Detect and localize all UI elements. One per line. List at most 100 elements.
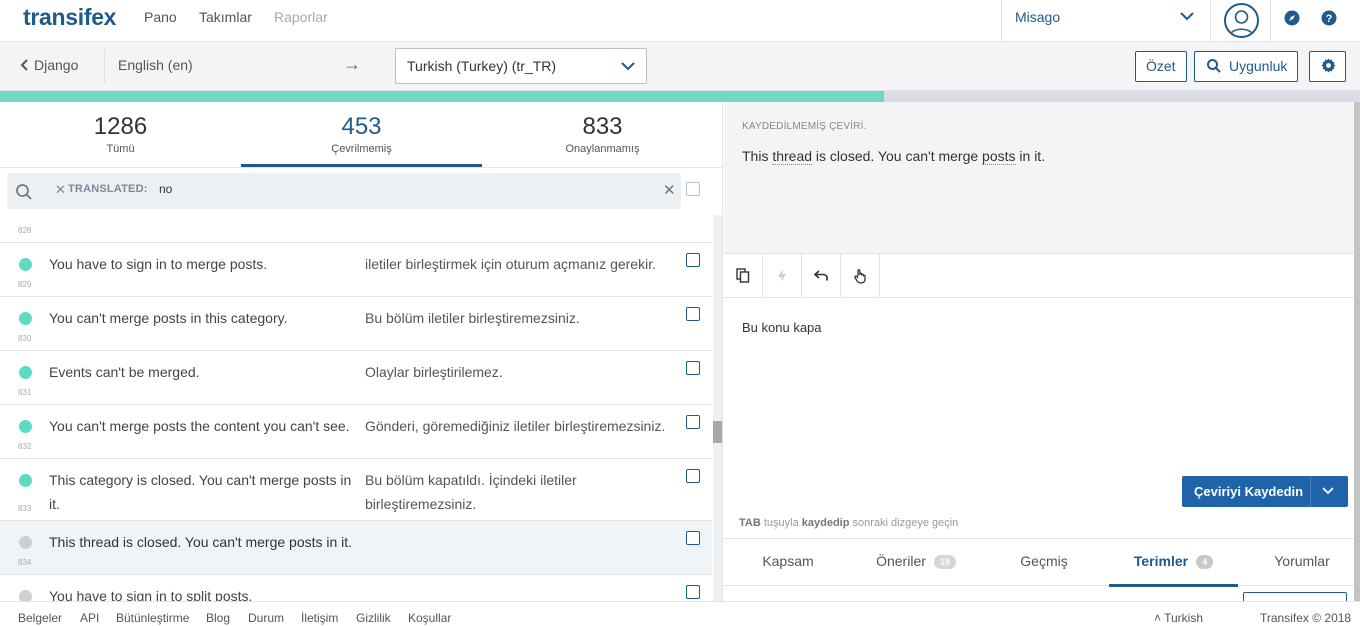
back-to-project-link[interactable]: Django — [20, 57, 78, 73]
tab-comments[interactable]: Yorumlar — [1238, 539, 1360, 587]
row-checkbox[interactable] — [686, 469, 700, 483]
row-checkbox[interactable] — [686, 585, 700, 599]
footer-link-terms[interactable]: Koşullar — [408, 611, 451, 625]
transifex-logo[interactable]: transifex — [23, 4, 116, 31]
hint-key: TAB — [739, 517, 761, 529]
project-name: Django — [34, 57, 79, 73]
svg-text:?: ? — [1326, 13, 1333, 25]
nav-reports[interactable]: Raporlar — [274, 9, 328, 25]
tab-untranslated[interactable]: 453 Çevrilmemiş — [241, 102, 482, 167]
nav-dashboard[interactable]: Pano — [144, 9, 177, 25]
select-all-checkbox[interactable] — [686, 182, 700, 196]
user-silhouette-icon — [1229, 10, 1254, 36]
footer-link-integrations[interactable]: Bütünleştirme — [116, 611, 189, 625]
table-row[interactable]: You have to sign in to split posts. 835 — [0, 575, 712, 601]
translated-status-icon — [19, 258, 32, 271]
row-checkbox[interactable] — [686, 361, 700, 375]
source-string: You have to sign in to split posts. — [49, 588, 253, 601]
copy-source-button[interactable] — [724, 254, 763, 298]
table-row[interactable]: This category is closed. You can't merge… — [0, 459, 712, 521]
list-scrollbar-thumb[interactable] — [713, 421, 722, 443]
source-string: You can't merge posts in this category. — [49, 310, 288, 326]
chevron-down-icon[interactable] — [1322, 487, 1334, 495]
chevron-down-icon — [1180, 12, 1194, 21]
tab-label: Yorumlar — [1274, 553, 1330, 569]
source-string: This category is closed. You can't merge… — [49, 472, 352, 512]
table-row[interactable]: You can't merge posts in this category. … — [0, 297, 712, 351]
tab-label: Öneriler — [876, 553, 926, 569]
editor-scrollbar-thumb[interactable] — [1354, 102, 1360, 601]
footer-link-contact[interactable]: İletişim — [301, 611, 338, 625]
unreviewed-count: 833 — [582, 113, 623, 140]
table-row[interactable]: You have to sign in to merge posts. ilet… — [0, 243, 712, 297]
tab-glossary[interactable]: Terimler 4 — [1109, 539, 1238, 587]
list-scrollbar[interactable] — [713, 215, 722, 601]
language-switcher[interactable]: ˄ Turkish — [1154, 611, 1203, 625]
glossary-term[interactable]: posts — [982, 148, 1016, 165]
tab-suggestions[interactable]: Öneriler 19 — [852, 539, 980, 587]
summary-button[interactable]: Özet — [1135, 51, 1187, 82]
table-row[interactable]: Events can't be merged. Olaylar birleşti… — [0, 351, 712, 405]
translation-progress-fill — [0, 91, 884, 102]
footer-link-docs[interactable]: Belgeler — [18, 611, 62, 625]
untranslated-status-icon — [19, 590, 32, 601]
hand-icon — [854, 269, 866, 284]
table-row[interactable]: You can't merge posts the content you ca… — [0, 405, 712, 459]
footer-link-blog[interactable]: Blog — [206, 611, 230, 625]
string-number: 833 — [18, 504, 32, 513]
untranslated-status-icon — [19, 536, 32, 549]
nav-teams[interactable]: Takımlar — [199, 9, 252, 25]
tab-history[interactable]: Geçmiş — [980, 539, 1108, 587]
source-heading: KAYDEDİLMEMİŞ ÇEVİRİ. — [742, 121, 867, 132]
translation-string: Bu bölüm kapatıldı. İçindeki iletiler bi… — [365, 472, 577, 512]
table-row[interactable]: 828 — [0, 215, 712, 243]
count-badge: 19 — [933, 555, 956, 569]
row-checkbox[interactable] — [686, 415, 700, 429]
avatar — [1224, 3, 1259, 38]
save-translation-button[interactable]: Çeviriyi Kaydedin — [1182, 476, 1348, 507]
organization-name: Misago — [1015, 9, 1061, 25]
row-checkbox[interactable] — [686, 253, 700, 267]
clear-filter-icon[interactable]: ✕ — [663, 181, 676, 199]
tab-unreviewed[interactable]: 833 Onaylanmamış — [482, 102, 722, 167]
target-language-value: Turkish (Turkey) (tr_TR) — [407, 58, 557, 74]
string-list-panel: 1286 Tümü 453 Çevrilmemiş 833 Onaylanmam… — [0, 102, 723, 601]
check-button[interactable]: Uygunluk — [1194, 51, 1299, 82]
row-checkbox[interactable] — [686, 531, 700, 545]
translation-editor[interactable]: Bu konu kapa — [742, 320, 822, 335]
copy-icon — [736, 268, 750, 283]
string-number: 829 — [18, 280, 32, 289]
remove-filter-icon[interactable]: ✕ — [55, 182, 66, 198]
compass-icon[interactable] — [1284, 10, 1300, 26]
check-button-label: Uygunluk — [1229, 58, 1288, 74]
glossary-term[interactable]: thread — [772, 148, 813, 165]
settings-button[interactable] — [1309, 51, 1346, 82]
top-navigation: transifex Pano Takımlar Raporlar Misago … — [0, 0, 1360, 42]
hint-text: tuşuyla — [760, 517, 802, 529]
footer: Belgeler API Bütünleştirme Blog Durum İl… — [0, 601, 1360, 626]
tab-all[interactable]: 1286 Tümü — [0, 102, 241, 167]
special-characters-button[interactable] — [841, 254, 880, 298]
footer-link-api[interactable]: API — [80, 611, 99, 625]
string-number: 832 — [18, 442, 32, 451]
keyboard-hint: TAB tuşuyla kaydedip sonraki dizgeye geç… — [739, 517, 958, 529]
footer-link-status[interactable]: Durum — [248, 611, 284, 625]
help-icon[interactable]: ? — [1321, 10, 1337, 26]
user-menu[interactable] — [1210, 0, 1271, 42]
row-checkbox[interactable] — [686, 307, 700, 321]
tab-context[interactable]: Kapsam — [724, 539, 852, 587]
translated-status-icon — [19, 312, 32, 325]
search-icon — [16, 184, 32, 200]
undo-button[interactable] — [802, 254, 841, 298]
organization-selector[interactable]: Misago — [1001, 0, 1211, 42]
target-language-select[interactable]: Turkish (Turkey) (tr_TR) — [395, 48, 647, 84]
string-number: 834 — [18, 558, 32, 567]
undo-icon — [814, 270, 828, 281]
footer-link-privacy[interactable]: Gizlilik — [356, 611, 391, 625]
translation-string: iletiler birleştirmek için oturum açmanı… — [365, 256, 656, 272]
auto-translate-button[interactable] — [763, 254, 802, 298]
translated-status-icon — [19, 420, 32, 433]
filter-search-box[interactable]: ✕ TRANSLATED: no ✕ — [7, 173, 681, 209]
table-row-selected[interactable]: This thread is closed. You can't merge p… — [0, 521, 712, 575]
translation-string: Bu bölüm iletiler birleştiremezsiniz. — [365, 310, 580, 326]
